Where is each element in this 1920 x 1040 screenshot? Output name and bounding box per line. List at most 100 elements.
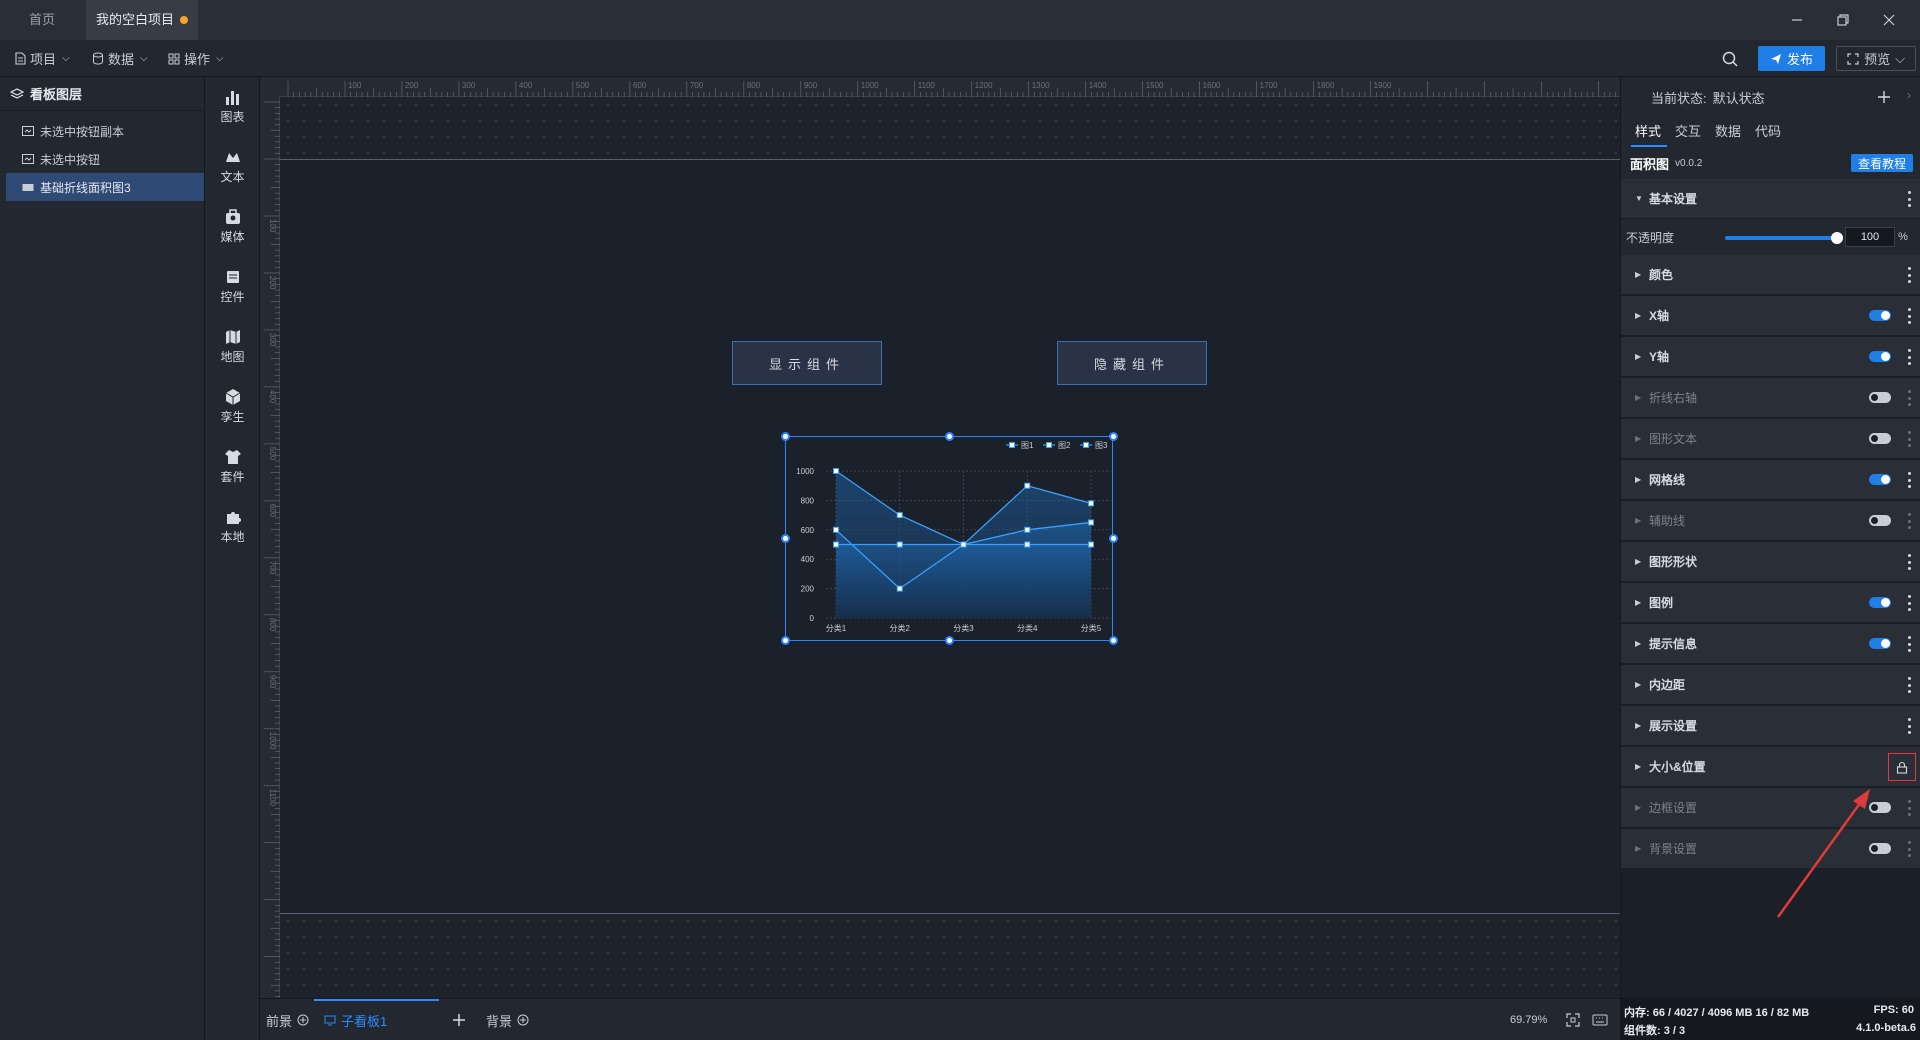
section-item[interactable]: ▶ 内边距 (1621, 665, 1920, 705)
tool-suite[interactable]: 套件 (205, 437, 260, 495)
more-options-icon[interactable] (1907, 349, 1911, 365)
chevron-right-icon[interactable]: › (1907, 88, 1911, 102)
ruler-horizontal[interactable]: 100 200 300 400 500 600 700 800 900 1000 1100 1200 1… (280, 77, 1620, 97)
tool-widget[interactable]: 控件 (205, 257, 260, 315)
tool-media[interactable]: 媒体 (205, 197, 260, 255)
more-options-icon[interactable] (1907, 390, 1911, 406)
section-toggle[interactable] (1869, 638, 1891, 649)
section-item[interactable]: ▶ 折线右轴 (1621, 378, 1920, 418)
section-item[interactable]: ▶ 图例 (1621, 583, 1920, 623)
tab-data[interactable]: 数据 (1715, 117, 1741, 147)
add-state-icon[interactable] (1877, 90, 1891, 104)
opacity-slider-track[interactable] (1725, 236, 1835, 240)
section-toggle[interactable] (1869, 351, 1891, 362)
ruler-vertical[interactable]: 100 200 300 400 500 600 700 800 900 1000 1100 (260, 97, 280, 998)
area-chart-component[interactable]: 0 200 400 600 800 1000 分类1 分类2 分类3 分类4 分类5 图1 图2 图3 (781, 432, 1118, 645)
menu-data[interactable]: 数据 ⌵ (92, 40, 148, 77)
layer-item-label: 基础折线面积图3 (40, 180, 131, 195)
section-item[interactable]: ▶ 提示信息 (1621, 624, 1920, 664)
board-stage[interactable]: 显示组件 隐藏组件 0 200 400 600 800 1000 分类1 分类2 分类3 分类4 分… (280, 159, 1620, 914)
section-toggle[interactable] (1869, 474, 1891, 485)
fit-screen-button[interactable] (1566, 999, 1580, 1040)
preview-button[interactable]: 预览 ⌵ (1836, 46, 1916, 71)
resize-handle[interactable] (945, 432, 954, 441)
zoom-level[interactable]: 69.79% (1510, 999, 1547, 1040)
section-toggle[interactable] (1869, 310, 1891, 321)
view-tutorial-button[interactable]: 查看教程 (1851, 154, 1913, 172)
y-tick-label: 0 (810, 614, 815, 623)
sub-board-tab[interactable]: 子看板1 (324, 999, 387, 1040)
layer-item-selected[interactable]: 基础折线面积图3 (6, 173, 204, 201)
section-toggle[interactable] (1869, 597, 1891, 608)
resize-handle[interactable] (1109, 432, 1118, 441)
resize-handle[interactable] (1109, 636, 1118, 645)
tab-interaction[interactable]: 交互 (1675, 117, 1701, 147)
section-item[interactable]: ▶ X轴 (1621, 296, 1920, 336)
keyboard-button[interactable] (1592, 999, 1608, 1040)
resize-handle[interactable] (781, 432, 790, 441)
tool-chart[interactable]: 图表 (205, 77, 260, 135)
section-toggle[interactable] (1869, 515, 1891, 526)
more-options-icon[interactable] (1907, 595, 1911, 611)
menu-operate[interactable]: 操作 ⌵ (168, 40, 224, 77)
hide-component-button[interactable]: 隐藏组件 (1057, 341, 1207, 385)
tool-twin[interactable]: 孪生 (205, 377, 260, 435)
tool-local[interactable]: 本地 (205, 497, 260, 555)
resize-handle[interactable] (1109, 534, 1118, 543)
section-item[interactable]: ▶ 图形文本 (1621, 419, 1920, 459)
background-tab[interactable]: 背景 (486, 999, 529, 1040)
show-component-button[interactable]: 显示组件 (732, 341, 882, 385)
more-options-icon[interactable] (1907, 718, 1911, 734)
layer-item[interactable]: 未选中按钮副本 (0, 117, 204, 145)
tab-home[interactable]: 首页 (0, 0, 84, 40)
more-options-icon[interactable] (1907, 513, 1911, 529)
section-item[interactable]: ▶ 大小&位置 (1621, 747, 1920, 787)
tool-text[interactable]: 文本 (205, 137, 260, 195)
more-options-icon[interactable] (1907, 841, 1911, 857)
section-item[interactable]: ▶ 颜色 (1621, 255, 1920, 295)
section-basic-settings[interactable]: ▼ 基本设置 (1621, 179, 1920, 219)
more-options-icon[interactable] (1907, 431, 1911, 447)
add-board-button[interactable] (452, 999, 466, 1040)
more-options-icon[interactable] (1907, 191, 1911, 207)
layer-item[interactable]: 未选中按钮 (0, 145, 204, 173)
close-button[interactable] (1866, 0, 1912, 40)
ruler-tick-label: 600 (268, 504, 277, 518)
tab-code[interactable]: 代码 (1755, 117, 1781, 147)
opacity-slider-handle[interactable] (1831, 232, 1843, 244)
menu-project[interactable]: 项目 ⌵ (14, 40, 70, 77)
more-options-icon[interactable] (1907, 308, 1911, 324)
menu-bar: 项目 ⌵ 数据 ⌵ 操作 ⌵ 发布 预览 ⌵ (0, 40, 1920, 77)
chevron-down-icon: ⌵ (62, 53, 70, 64)
publish-button[interactable]: 发布 (1758, 46, 1825, 71)
minimize-button[interactable] (1774, 0, 1820, 40)
section-item[interactable]: ▶ 图形形状 (1621, 542, 1920, 582)
background-label: 背景 (486, 1013, 513, 1029)
search-button[interactable] (1722, 40, 1738, 77)
section-toggle[interactable] (1869, 392, 1891, 403)
more-options-icon[interactable] (1907, 267, 1911, 283)
section-item[interactable]: ▶ 网格线 (1621, 460, 1920, 500)
state-value[interactable]: 默认状态 (1713, 88, 1765, 107)
more-options-icon[interactable] (1907, 800, 1911, 816)
resize-handle[interactable] (781, 636, 790, 645)
tab-project[interactable]: 我的空白项目 (86, 0, 198, 40)
section-toggle[interactable] (1869, 433, 1891, 444)
resize-handle[interactable] (781, 534, 790, 543)
opacity-input[interactable]: 100 (1845, 227, 1895, 247)
canvas-area[interactable]: 100 200 300 400 500 600 700 800 900 1000 1100 1200 1… (260, 77, 1620, 998)
resize-handle[interactable] (945, 636, 954, 645)
tool-map[interactable]: 地图 (205, 317, 260, 375)
section-item[interactable]: ▶ Y轴 (1621, 337, 1920, 377)
lock-button[interactable] (1888, 753, 1916, 781)
more-options-icon[interactable] (1907, 636, 1911, 652)
tab-style[interactable]: 样式 (1635, 117, 1661, 147)
foreground-tab[interactable]: 前景 (266, 999, 309, 1040)
more-options-icon[interactable] (1907, 472, 1911, 488)
more-options-icon[interactable] (1907, 554, 1911, 570)
section-item[interactable]: ▶ 辅助线 (1621, 501, 1920, 541)
more-options-icon[interactable] (1907, 677, 1911, 693)
restore-button[interactable] (1820, 0, 1866, 40)
layers-header: 看板图层 (0, 77, 204, 111)
section-item[interactable]: ▶ 展示设置 (1621, 706, 1920, 746)
